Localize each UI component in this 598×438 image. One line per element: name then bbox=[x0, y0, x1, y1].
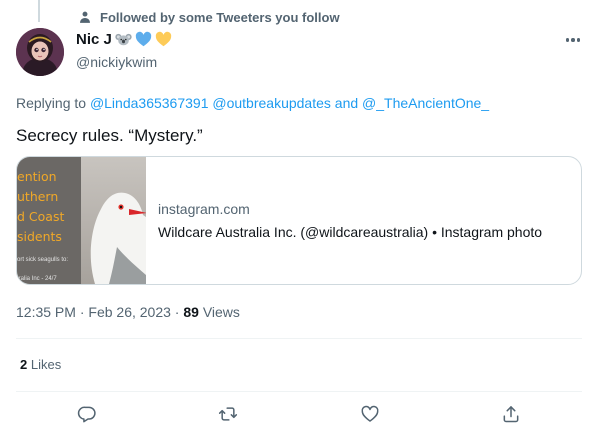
likes-link[interactable]: 2 Likes bbox=[20, 357, 61, 372]
mention-link[interactable]: @Linda365367391 bbox=[90, 95, 209, 111]
meta-separator: · bbox=[79, 304, 85, 320]
retweet-icon bbox=[218, 407, 238, 421]
tweet-meta: 12:35 PM · Feb 26, 2023 · 89 Views bbox=[16, 304, 240, 320]
person-icon bbox=[80, 11, 90, 23]
reply-icon bbox=[77, 406, 96, 423]
author-handle[interactable]: @nickiykwim bbox=[76, 54, 157, 70]
card-domain[interactable]: instagram.com bbox=[158, 201, 542, 217]
mention-link[interactable]: @_TheAncientOne_ bbox=[362, 95, 489, 111]
card-image-text: uthern bbox=[17, 189, 59, 204]
more-icon[interactable] bbox=[562, 32, 584, 48]
retweet-button[interactable] bbox=[217, 403, 239, 425]
replying-prefix: Replying to bbox=[16, 95, 87, 111]
koala-emoji-icon bbox=[115, 31, 132, 48]
card-image-small-text: ort sick seagulls to: bbox=[17, 257, 69, 263]
reply-button[interactable] bbox=[76, 403, 98, 425]
likes-count[interactable]: 2 bbox=[20, 357, 27, 372]
card-image-text: sidents bbox=[17, 229, 62, 244]
card-poster: ention uthern d Coast sidents ort sick s… bbox=[17, 157, 81, 284]
card-image-small-text: tralia Inc - 24/7 bbox=[17, 276, 57, 282]
divider bbox=[16, 338, 582, 339]
like-icon bbox=[361, 405, 379, 422]
meta-separator: · bbox=[174, 304, 180, 320]
social-context-text[interactable]: Followed by some Tweeters you follow bbox=[100, 10, 340, 25]
card-image-text: ention bbox=[17, 169, 57, 184]
tweet-date[interactable]: Feb 26, 2023 bbox=[88, 304, 171, 320]
card-body[interactable]: instagram.com Wildcare Australia Inc. (@… bbox=[146, 157, 542, 284]
replying-to: Replying to @Linda365367391 @outbreakupd… bbox=[16, 95, 489, 111]
link-card[interactable]: ention uthern d Coast sidents ort sick s… bbox=[16, 156, 582, 285]
views-label: Views bbox=[202, 304, 240, 320]
likes-label[interactable]: Likes bbox=[31, 357, 61, 372]
share-icon bbox=[503, 406, 519, 423]
author-name-row[interactable]: Nic J bbox=[76, 31, 172, 48]
divider bbox=[16, 391, 582, 392]
card-image[interactable]: ention uthern d Coast sidents ort sick s… bbox=[17, 157, 146, 284]
tweet-text: Secrecy rules. “Mystery.” bbox=[16, 126, 203, 145]
tweet-time[interactable]: 12:35 PM bbox=[16, 304, 76, 320]
blue-heart-icon bbox=[135, 31, 152, 48]
card-image-text: d Coast bbox=[17, 209, 65, 224]
like-button[interactable] bbox=[359, 403, 381, 425]
views-count: 89 bbox=[183, 304, 199, 320]
avatar[interactable] bbox=[16, 28, 64, 76]
yellow-heart-icon bbox=[155, 31, 172, 48]
card-title[interactable]: Wildcare Australia Inc. (@wildcareaustra… bbox=[158, 224, 542, 240]
mention-link[interactable]: @outbreakupdates bbox=[212, 95, 331, 111]
replying-and[interactable]: and bbox=[335, 95, 358, 111]
author-name[interactable]: Nic J bbox=[76, 31, 112, 48]
thread-line bbox=[38, 0, 40, 22]
social-context: Followed by some Tweeters you follow bbox=[78, 9, 340, 25]
share-button[interactable] bbox=[500, 403, 522, 425]
